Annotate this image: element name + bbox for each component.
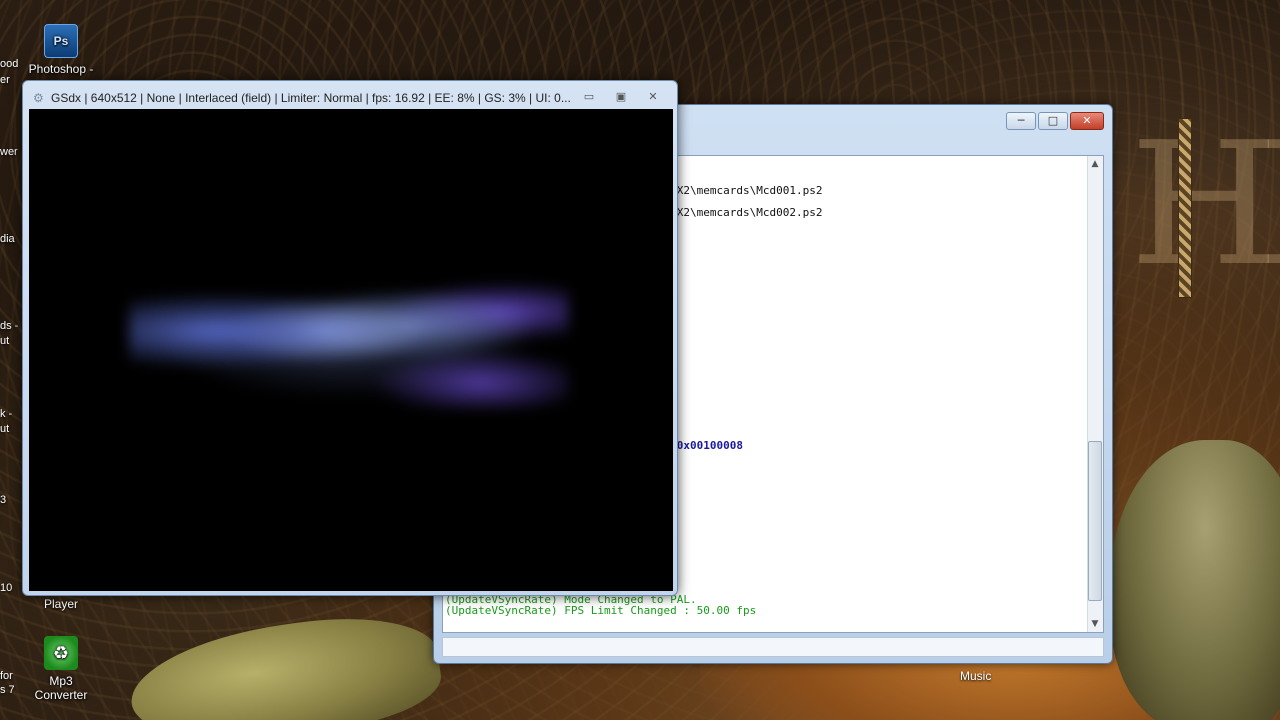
scroll-up-icon[interactable]: ▲ — [1088, 157, 1102, 171]
window-maximize-icon[interactable]: ▣ — [607, 89, 635, 105]
edge-label[interactable]: wer — [0, 146, 18, 158]
edge-label[interactable]: ood — [0, 58, 18, 70]
edge-label[interactable]: dia — [0, 233, 15, 245]
edge-label[interactable]: ut — [0, 335, 9, 347]
window-minimize-icon[interactable]: ─ — [1006, 112, 1036, 130]
photoshop-icon: Ps — [44, 24, 78, 58]
mp3-converter-icon: ♻ — [44, 636, 78, 670]
window-maximize-icon[interactable]: □ — [1038, 112, 1068, 130]
gsdx-window[interactable]: ⚙ GSdx | 640x512 | None | Interlaced (fi… — [22, 80, 678, 596]
window-close-icon[interactable]: ✕ — [1070, 112, 1104, 130]
wallpaper-hand — [123, 603, 447, 720]
desktop-icon-photoshop[interactable]: Ps Photoshop - — [25, 24, 97, 76]
gsdx-app-icon: ⚙ — [33, 91, 44, 105]
game-logo-blur — [129, 279, 569, 409]
edge-label[interactable]: s 7 — [0, 684, 15, 696]
edge-label[interactable]: k - — [0, 408, 12, 420]
scroll-down-icon[interactable]: ▼ — [1088, 617, 1102, 631]
desktop-icon-mp3-converter[interactable]: ♻ Mp3 Converter — [26, 636, 96, 702]
edge-label[interactable]: er — [0, 74, 10, 86]
desktop-icon-label-line1: Mp3 — [49, 674, 73, 688]
desktop-icon-label-line2: Converter — [34, 688, 88, 702]
desktop-icon-music[interactable]: Music — [960, 669, 991, 683]
window-minimize-icon[interactable]: ▭ — [575, 89, 603, 105]
gsdx-window-controls: ▭ ▣ ✕ — [575, 89, 667, 105]
desktop-icon-player[interactable]: Player — [44, 597, 78, 611]
edge-label[interactable]: 3 — [0, 494, 6, 506]
gsdx-window-title: GSdx | 640x512 | None | Interlaced (fiel… — [51, 91, 571, 105]
wallpaper-stripe — [1178, 118, 1192, 298]
desktop-icon-label: Photoshop - — [28, 62, 94, 76]
wallpaper-creature — [1110, 440, 1280, 720]
wallpaper-logo: HR — [1130, 106, 1280, 304]
scroll-thumb[interactable] — [1088, 441, 1102, 601]
window-close-icon[interactable]: ✕ — [639, 89, 667, 105]
console-line: (UpdateVSyncRate) FPS Limit Changed : 50… — [445, 604, 757, 617]
console-scrollbar[interactable]: ▲ ▼ — [1087, 156, 1103, 632]
edge-label[interactable]: 10 — [0, 582, 12, 594]
edge-label[interactable]: ut — [0, 423, 9, 435]
game-render-surface[interactable] — [29, 109, 673, 591]
console-window-controls: ─ □ ✕ — [1006, 112, 1104, 130]
edge-label[interactable]: for — [0, 670, 13, 682]
edge-label[interactable]: ds - — [0, 320, 18, 332]
console-input-bar[interactable] — [442, 637, 1104, 657]
